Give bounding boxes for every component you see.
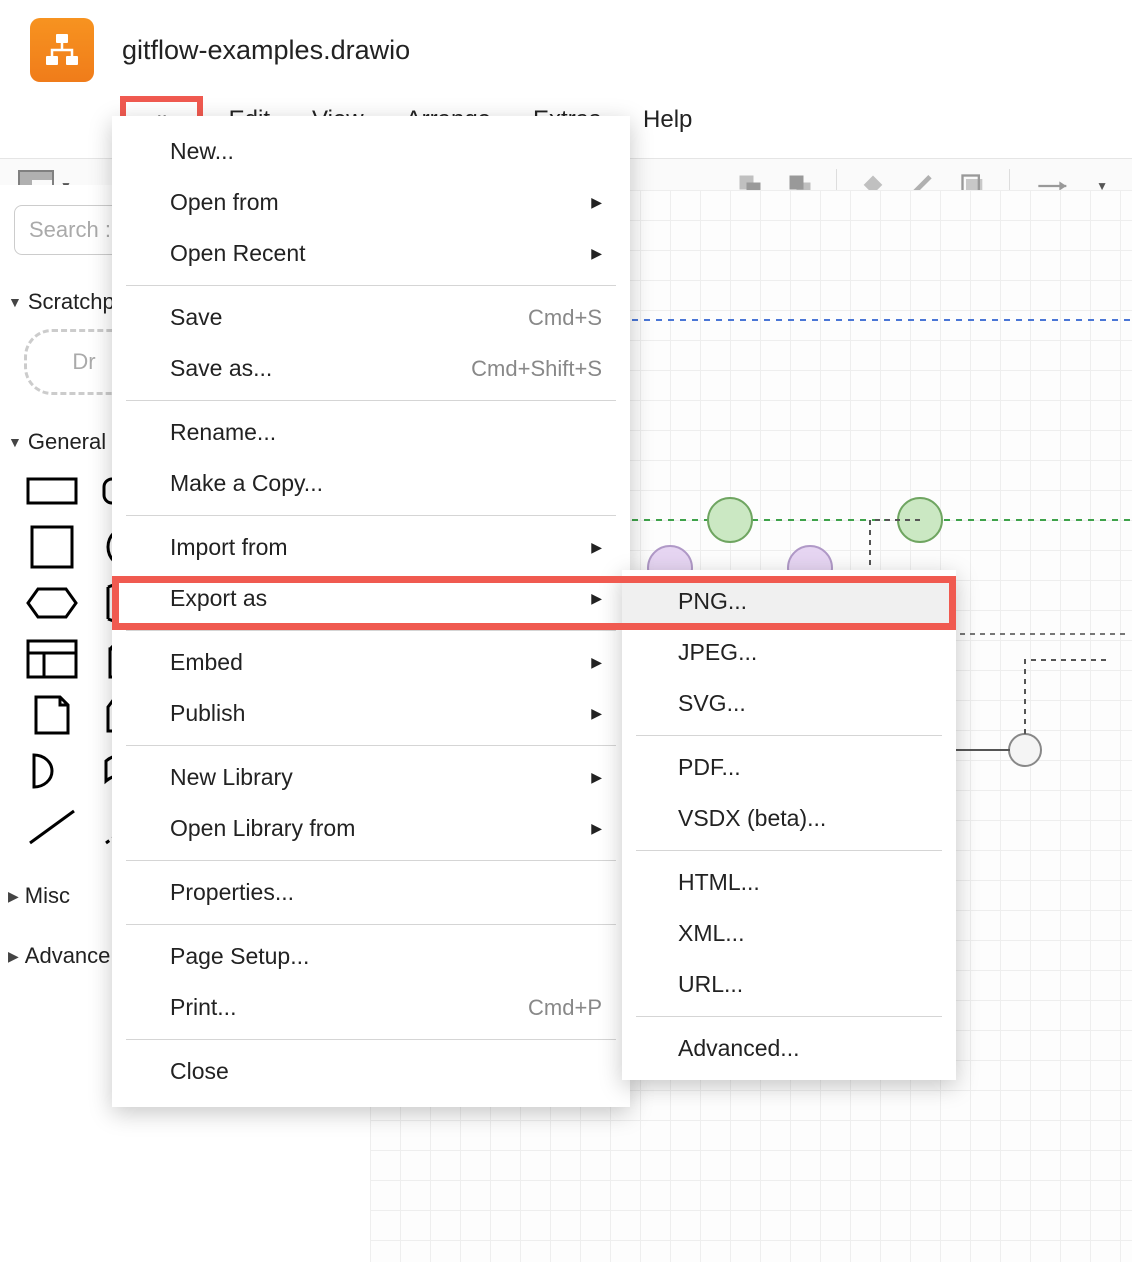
- menu-new-library[interactable]: New Library▶: [112, 752, 630, 803]
- menu-export-as[interactable]: Export as▶: [112, 573, 630, 624]
- menu-separator: [636, 735, 942, 736]
- menu-page-setup[interactable]: Page Setup...: [112, 931, 630, 982]
- export-png[interactable]: PNG...: [622, 576, 956, 627]
- shape-line[interactable]: [24, 805, 80, 849]
- shape-halfcircle[interactable]: [24, 749, 80, 793]
- shape-rect[interactable]: [24, 469, 80, 513]
- section-general-label: General: [28, 429, 106, 455]
- submenu-arrow-icon: ▶: [591, 194, 602, 211]
- export-submenu: PNG... JPEG... SVG... PDF... VSDX (beta)…: [622, 570, 956, 1080]
- submenu-arrow-icon: ▶: [591, 539, 602, 556]
- menu-new[interactable]: New...: [112, 126, 630, 177]
- submenu-arrow-icon: ▶: [591, 705, 602, 722]
- menu-make-copy[interactable]: Make a Copy...: [112, 458, 630, 509]
- chevron-down-icon: ▼: [8, 294, 22, 310]
- export-html[interactable]: HTML...: [622, 857, 956, 908]
- menu-separator: [126, 924, 616, 925]
- menu-separator: [126, 745, 616, 746]
- menu-publish[interactable]: Publish▶: [112, 688, 630, 739]
- export-pdf[interactable]: PDF...: [622, 742, 956, 793]
- export-jpeg[interactable]: JPEG...: [622, 627, 956, 678]
- submenu-arrow-icon: ▶: [591, 820, 602, 837]
- shortcut-label: Cmd+P: [528, 995, 602, 1021]
- menu-embed[interactable]: Embed▶: [112, 637, 630, 688]
- menu-open-from[interactable]: Open from▶: [112, 177, 630, 228]
- menu-separator: [126, 400, 616, 401]
- chevron-down-icon: ▼: [8, 434, 22, 450]
- shape-square[interactable]: [24, 525, 80, 569]
- search-placeholder: Search :: [29, 217, 111, 243]
- shape-page[interactable]: [24, 693, 80, 737]
- menu-properties[interactable]: Properties...: [112, 867, 630, 918]
- document-title: gitflow-examples.drawio: [122, 35, 410, 66]
- menu-open-library-from[interactable]: Open Library from▶: [112, 803, 630, 854]
- chevron-right-icon: ▶: [8, 948, 19, 965]
- export-xml[interactable]: XML...: [622, 908, 956, 959]
- section-misc-label: Misc: [25, 883, 70, 909]
- shape-table[interactable]: [24, 637, 80, 681]
- section-advanced-label: Advance: [25, 943, 111, 969]
- shortcut-label: Cmd+S: [528, 305, 602, 331]
- shortcut-label: Cmd+Shift+S: [471, 356, 602, 382]
- submenu-arrow-icon: ▶: [591, 769, 602, 786]
- menu-rename[interactable]: Rename...: [112, 407, 630, 458]
- menu-help[interactable]: Help: [627, 96, 708, 158]
- shape-hexagon[interactable]: [24, 581, 80, 625]
- section-scratchpad-label: Scratchp: [28, 289, 115, 315]
- export-url[interactable]: URL...: [622, 959, 956, 1010]
- file-menu-dropdown: New... Open from▶ Open Recent▶ SaveCmd+S…: [112, 116, 630, 1107]
- menu-separator: [126, 1039, 616, 1040]
- app-logo: [30, 18, 94, 82]
- menu-save-as[interactable]: Save as...Cmd+Shift+S: [112, 343, 630, 394]
- menu-separator: [636, 1016, 942, 1017]
- submenu-arrow-icon: ▶: [591, 245, 602, 262]
- menu-separator: [126, 860, 616, 861]
- scratchpad-drop-label: Dr: [72, 349, 95, 375]
- menu-separator: [636, 850, 942, 851]
- menu-close[interactable]: Close: [112, 1046, 630, 1097]
- chevron-right-icon: ▶: [8, 888, 19, 905]
- title-bar: gitflow-examples.drawio: [0, 0, 1132, 82]
- menu-separator: [126, 285, 616, 286]
- export-svg[interactable]: SVG...: [622, 678, 956, 729]
- menu-separator: [126, 515, 616, 516]
- submenu-arrow-icon: ▶: [591, 654, 602, 671]
- export-vsdx[interactable]: VSDX (beta)...: [622, 793, 956, 844]
- menu-separator: [126, 630, 616, 631]
- menu-import-from[interactable]: Import from▶: [112, 522, 630, 573]
- menu-open-recent[interactable]: Open Recent▶: [112, 228, 630, 279]
- menu-print[interactable]: Print...Cmd+P: [112, 982, 630, 1033]
- menu-save[interactable]: SaveCmd+S: [112, 292, 630, 343]
- submenu-arrow-icon: ▶: [591, 590, 602, 607]
- export-advanced[interactable]: Advanced...: [622, 1023, 956, 1074]
